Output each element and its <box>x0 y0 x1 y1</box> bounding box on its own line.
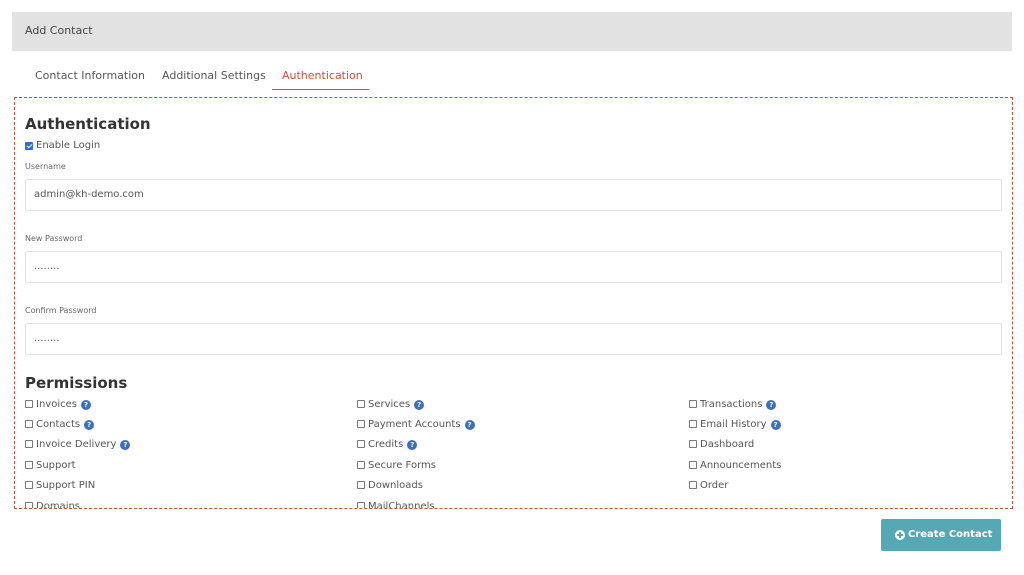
tab-authentication[interactable]: Authentication <box>282 69 363 82</box>
question-circle-icon[interactable]: ? <box>84 420 95 430</box>
permission-label: Credits <box>368 439 404 450</box>
permission-label: Invoices <box>36 399 77 410</box>
question-circle-icon[interactable]: ? <box>407 440 418 450</box>
permission-label: Domains <box>36 501 81 509</box>
confirm-password-label: Confirm Password <box>25 306 97 315</box>
question-circle-icon[interactable]: ? <box>120 440 131 450</box>
permission-checkbox[interactable] <box>357 440 365 448</box>
permission-checkbox[interactable] <box>25 400 33 408</box>
permission-label: Email History <box>700 419 767 430</box>
authentication-panel: Authentication Enable Login Username adm… <box>14 97 1013 509</box>
permission-label: Order <box>700 480 729 491</box>
question-circle-icon[interactable]: ? <box>770 420 781 430</box>
permission-checkbox[interactable] <box>357 400 365 408</box>
permission-label: Announcements <box>700 460 782 471</box>
permission-label: Contacts <box>36 419 81 430</box>
permission-label: Secure Forms <box>368 460 436 471</box>
permission-checkbox[interactable] <box>689 440 697 448</box>
permission-label: Services <box>368 399 411 410</box>
question-circle-icon[interactable]: ? <box>80 400 91 410</box>
permission-checkbox[interactable] <box>689 400 697 408</box>
permission-checkbox[interactable] <box>25 461 33 469</box>
create-contact-button[interactable]: Create Contact <box>881 519 1001 551</box>
new-password-input[interactable]: ........ <box>25 251 1002 283</box>
authentication-heading: Authentication <box>25 115 151 133</box>
active-tab-indicator <box>272 89 369 90</box>
username-label: Username <box>25 162 66 171</box>
permission-checkbox[interactable] <box>689 481 697 489</box>
permission-label: Payment Accounts <box>368 419 461 430</box>
permission-label: Downloads <box>368 480 423 491</box>
enable-login-checkbox[interactable] <box>25 142 33 150</box>
new-password-value: ........ <box>34 261 60 272</box>
permission-label: Support PIN <box>36 480 96 491</box>
confirm-password-input[interactable]: ........ <box>25 323 1002 355</box>
question-circle-icon[interactable]: ? <box>766 400 777 410</box>
page-header: Add Contact <box>12 12 1012 51</box>
username-value: admin@kh-demo.com <box>34 189 144 200</box>
permissions-heading: Permissions <box>25 374 128 392</box>
permission-checkbox[interactable] <box>25 420 33 428</box>
enable-login-label: Enable Login <box>36 140 101 151</box>
permission-checkbox[interactable] <box>25 440 33 448</box>
tab-additional-settings[interactable]: Additional Settings <box>162 69 266 82</box>
permission-checkbox[interactable] <box>689 461 697 469</box>
permission-label: MailChannels <box>368 501 435 509</box>
permission-label: Transactions <box>700 399 763 410</box>
permission-checkbox[interactable] <box>357 481 365 489</box>
question-circle-icon[interactable]: ? <box>464 420 475 430</box>
permission-checkbox[interactable] <box>25 502 33 508</box>
username-input[interactable]: admin@kh-demo.com <box>25 179 1002 211</box>
permission-label: Dashboard <box>700 439 755 450</box>
permission-label: Support <box>36 460 76 471</box>
new-password-label: New Password <box>25 234 83 243</box>
plus-circle-icon <box>895 530 905 540</box>
create-contact-label: Create Contact <box>908 529 993 540</box>
permission-checkbox[interactable] <box>357 502 365 508</box>
tab-contact-information[interactable]: Contact Information <box>35 69 145 82</box>
permission-label: Invoice Delivery <box>36 439 117 450</box>
permission-checkbox[interactable] <box>357 420 365 428</box>
permission-checkbox[interactable] <box>689 420 697 428</box>
page-title: Add Contact <box>25 24 93 37</box>
confirm-password-value: ........ <box>34 333 60 344</box>
question-circle-icon[interactable]: ? <box>414 400 425 410</box>
permission-checkbox[interactable] <box>25 481 33 489</box>
permission-checkbox[interactable] <box>357 461 365 469</box>
